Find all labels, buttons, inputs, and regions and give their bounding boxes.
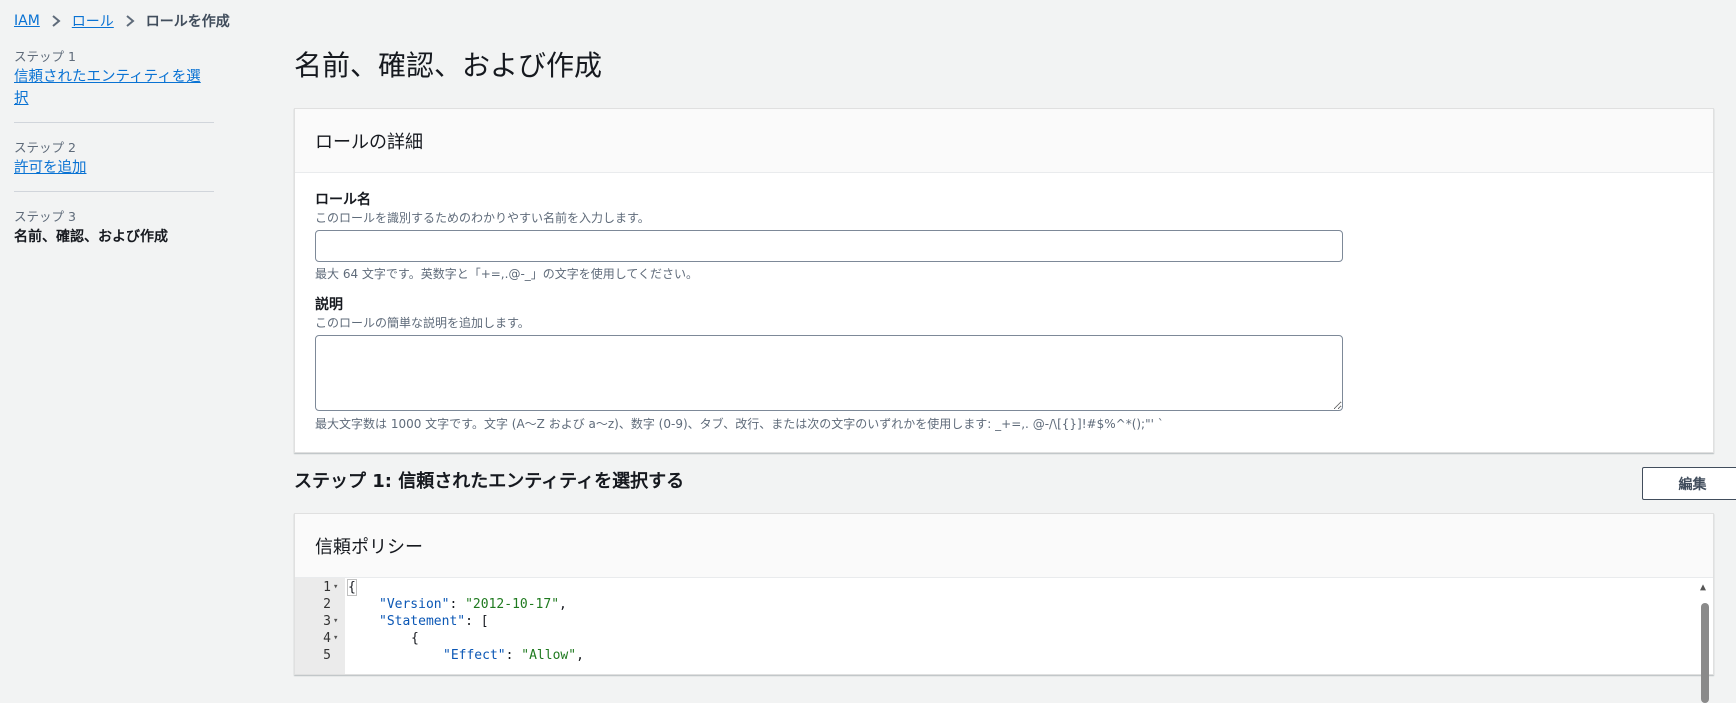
chevron-right-icon <box>120 11 140 31</box>
role-name-constraint-hint: 最大 64 文字です。英数字と「+=,.@-_」の文字を使用してください。 <box>315 267 699 281</box>
description-label: 説明 <box>315 297 343 313</box>
description-textarea[interactable] <box>315 335 1343 411</box>
role-details-container: ロールの詳細 ロール名 このロールを識別するためのわかりやすい名前を入力します。… <box>294 108 1714 453</box>
role-details-header: ロールの詳細 <box>295 109 1713 173</box>
code-line: 5 "Effect": "Allow", <box>295 647 1685 664</box>
description-constraint-hint: 最大文字数は 1000 文字です。文字 (A〜Z および a〜z)、数字 (0-… <box>315 417 1164 431</box>
fold-toggle-icon[interactable]: ▾ <box>333 613 343 630</box>
code-text: { <box>347 579 357 596</box>
step-link-add-permissions[interactable]: 許可を追加 <box>14 157 87 179</box>
code-text: "Version": "2012-10-17", <box>379 597 567 612</box>
wizard-step-1: ステップ 1 信頼されたエンティティを選択 <box>14 48 214 122</box>
editor-scrollbar[interactable]: ▲ <box>1699 582 1711 703</box>
line-number: 5 <box>323 648 331 663</box>
step1-review-title: ステップ 1: 信頼されたエンティティを選択する <box>294 471 685 492</box>
step-number: ステップ 2 <box>14 140 76 155</box>
wizard-step-2: ステップ 2 許可を追加 <box>14 122 214 191</box>
page-title: 名前、確認、および作成 <box>294 49 603 82</box>
chevron-right-icon <box>46 11 66 31</box>
code-text: "Effect": "Allow", <box>443 648 584 663</box>
fold-toggle-icon[interactable]: ▾ <box>333 579 343 596</box>
code-text: "Statement": [ <box>379 614 489 629</box>
step-number: ステップ 1 <box>14 49 76 64</box>
scroll-up-arrow-icon[interactable]: ▲ <box>1700 582 1706 593</box>
trust-policy-container: 信頼ポリシー 1 ▾{2 "Version": "2012-10-17", 3 ▾ "St… <box>294 513 1714 703</box>
step-number: ステップ 3 <box>14 209 76 224</box>
scrollbar-thumb[interactable] <box>1701 603 1709 703</box>
step-link-select-trusted-entity[interactable]: 信頼されたエンティティを選択 <box>14 66 214 110</box>
fold-toggle-icon[interactable]: ▾ <box>333 630 343 647</box>
breadcrumb: IAM ロール ロールを作成 <box>14 10 230 32</box>
description-help-text: このロールの簡単な説明を追加します。 <box>315 316 530 330</box>
code-text: { <box>411 631 419 646</box>
breadcrumb-roles-link[interactable]: ロール <box>72 11 114 31</box>
role-name-input[interactable] <box>315 230 1343 262</box>
role-name-label: ロール名 <box>315 192 371 208</box>
line-number: 4 <box>323 631 331 646</box>
line-number: 3 <box>323 614 331 629</box>
wizard-step-3: ステップ 3 名前、確認、および作成 <box>14 191 214 260</box>
step-current-title: 名前、確認、および作成 <box>14 229 168 245</box>
breadcrumb-current: ロールを作成 <box>145 14 230 30</box>
role-name-description: このロールを識別するためのわかりやすい名前を入力します。 <box>315 211 650 225</box>
edit-step1-button[interactable]: 編集 <box>1642 467 1736 500</box>
code-line: 2 "Version": "2012-10-17", <box>295 596 1685 613</box>
wizard-steps-nav: ステップ 1 信頼されたエンティティを選択 ステップ 2 許可を追加 ステップ … <box>14 48 214 260</box>
trust-policy-header: 信頼ポリシー <box>295 514 1713 578</box>
line-number: 2 <box>323 597 331 612</box>
line-number: 1 <box>323 580 331 595</box>
breadcrumb-iam-link[interactable]: IAM <box>14 13 40 29</box>
code-line: 4 ▾ { <box>295 630 1685 647</box>
code-line: 3 ▾ "Statement": [ <box>295 613 1685 630</box>
code-line: 1 ▾{ <box>295 579 1685 596</box>
